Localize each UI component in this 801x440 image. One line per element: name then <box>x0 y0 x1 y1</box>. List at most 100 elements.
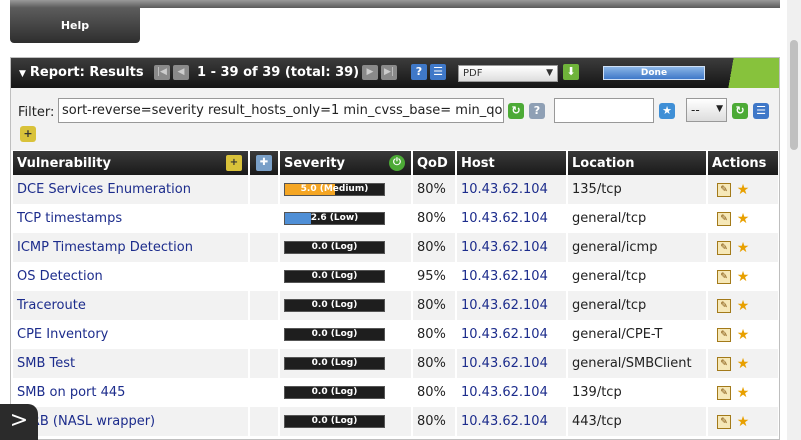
host-link[interactable]: 10.43.62.104 <box>456 262 568 291</box>
list-icon[interactable]: ☰ <box>430 64 446 80</box>
previous-page-icon[interactable]: ◀ <box>173 65 189 80</box>
severity-label: 0.0 (Log) <box>311 387 358 397</box>
severity-bar: 5.0 (Medium) <box>284 183 385 196</box>
severity-cell: 0.0 (Log) <box>279 320 413 349</box>
first-page-icon[interactable]: |◀ <box>154 65 170 80</box>
host-link[interactable]: 10.43.62.104 <box>456 378 568 407</box>
override-star-icon[interactable]: ★ <box>736 415 750 429</box>
override-star-icon[interactable]: ★ <box>736 241 750 255</box>
status-progress-label: Done <box>640 68 668 78</box>
collapse-caret-icon[interactable]: ▼ <box>19 69 26 79</box>
host-link[interactable]: 10.43.62.104 <box>456 233 568 262</box>
chevron-down-icon: ▼ <box>716 104 723 114</box>
column-vulnerability[interactable]: Vulnerability + <box>13 151 250 175</box>
report-format-select[interactable]: PDF ▼ <box>458 65 558 82</box>
refresh-filter-icon[interactable]: ↻ <box>732 103 748 119</box>
filter-list-icon[interactable]: ☰ <box>753 103 769 119</box>
panel-title[interactable]: ▼ Report: Results <box>19 65 144 80</box>
header-accent <box>711 58 779 88</box>
vulnerability-link[interactable]: OS Detection <box>13 262 250 291</box>
plugin-cell <box>249 233 280 262</box>
host-link[interactable]: 10.43.62.104 <box>456 407 568 436</box>
plugin-cell <box>249 349 280 378</box>
override-star-icon[interactable]: ★ <box>736 386 750 400</box>
vulnerability-link[interactable]: SMB on port 445 <box>13 378 250 407</box>
vulnerability-link[interactable]: Traceroute <box>13 291 250 320</box>
results-table: Vulnerability + ✚ Severity ⏻ QoD Host Lo… <box>13 151 779 436</box>
severity-label: 0.0 (Log) <box>311 242 358 252</box>
override-star-icon[interactable]: ★ <box>736 328 750 342</box>
download-icon[interactable]: ⬇ <box>563 64 579 80</box>
report-results-panel: ▼ Report: Results |◀ ◀ 1 - 39 of 39 (tota… <box>10 57 780 440</box>
next-page-icon[interactable]: ▶ <box>362 65 378 80</box>
last-page-icon[interactable]: ▶| <box>381 65 397 80</box>
qod-value: 80% <box>412 320 457 349</box>
note-icon[interactable]: ✎ <box>717 414 731 429</box>
table-row: SMB Test 0.0 (Log) 80% 10.43.62.104 general/… <box>13 349 779 378</box>
new-filter-icon[interactable]: + <box>20 126 36 142</box>
plugin-cell <box>249 291 280 320</box>
override-star-icon[interactable]: ★ <box>736 270 750 284</box>
top-strip <box>10 0 780 8</box>
vulnerability-link[interactable]: SMB Test <box>13 349 250 378</box>
qod-value: 80% <box>412 378 457 407</box>
vulnerability-link[interactable]: DIRB (NASL wrapper) <box>13 407 250 436</box>
note-icon[interactable]: ✎ <box>717 182 731 197</box>
refresh-icon[interactable]: ↻ <box>508 103 524 119</box>
vulnerability-link[interactable]: ICMP Timestamp Detection <box>13 233 250 262</box>
saved-filter-value: -- <box>691 103 700 117</box>
column-location[interactable]: Location <box>567 151 708 175</box>
filter-name-input[interactable] <box>554 98 654 123</box>
column-qod[interactable]: QoD <box>412 151 457 175</box>
column-actions: Actions <box>707 151 779 175</box>
note-icon[interactable]: ✎ <box>717 385 731 400</box>
vulnerability-link[interactable]: DCE Services Enumeration <box>13 175 250 204</box>
host-link[interactable]: 10.43.62.104 <box>456 349 568 378</box>
vulnerability-link[interactable]: TCP timestamps <box>13 204 250 233</box>
save-filter-star-icon[interactable]: ★ <box>659 103 675 119</box>
override-star-icon[interactable]: ★ <box>736 299 750 313</box>
table-row: Traceroute 0.0 (Log) 80% 10.43.62.104 genera… <box>13 291 779 320</box>
table-row: ICMP Timestamp Detection 0.0 (Log) 80% 10.4… <box>13 233 779 262</box>
note-icon[interactable]: ✎ <box>717 298 731 313</box>
severity-bar: 0.0 (Log) <box>284 328 385 341</box>
page-scrollbar[interactable] <box>787 0 801 440</box>
vulnerability-link[interactable]: CPE Inventory <box>13 320 250 349</box>
saved-filter-select[interactable]: -- ▼ <box>686 98 727 122</box>
filter-input[interactable]: sort-reverse=severity result_hosts_only=… <box>58 98 504 123</box>
host-link[interactable]: 10.43.62.104 <box>456 204 568 233</box>
host-link[interactable]: 10.43.62.104 <box>456 291 568 320</box>
help-button[interactable]: Help <box>10 8 140 43</box>
actions-cell: ✎ ★ <box>707 233 779 262</box>
column-actions-label: Actions <box>712 155 767 171</box>
power-icon[interactable]: ⏻ <box>389 155 405 171</box>
new-note-icon[interactable]: + <box>226 155 242 171</box>
note-icon[interactable]: ✎ <box>717 356 731 371</box>
side-toggle-chevron-icon[interactable]: > <box>0 404 38 440</box>
plugin-cell <box>249 262 280 291</box>
question-icon[interactable]: ? <box>411 64 427 80</box>
note-icon[interactable]: ✎ <box>717 240 731 255</box>
plugin-cell <box>249 407 280 436</box>
note-icon[interactable]: ✎ <box>717 211 731 226</box>
severity-bar: 0.0 (Log) <box>284 299 385 312</box>
column-vulnerability-label: Vulnerability <box>17 155 111 171</box>
host-link[interactable]: 10.43.62.104 <box>456 175 568 204</box>
filter-help-icon[interactable]: ? <box>529 103 545 119</box>
table-header-row: Vulnerability + ✚ Severity ⏻ QoD Host Lo… <box>13 151 779 175</box>
host-link[interactable]: 10.43.62.104 <box>456 320 568 349</box>
actions-cell: ✎ ★ <box>707 175 779 204</box>
panel-header: ▼ Report: Results |◀ ◀ 1 - 39 of 39 (tota… <box>11 58 779 88</box>
override-star-icon[interactable]: ★ <box>736 212 750 226</box>
plugin-cell <box>249 175 280 204</box>
note-icon[interactable]: ✎ <box>717 269 731 284</box>
severity-bar: 0.0 (Log) <box>284 357 385 370</box>
override-star-icon[interactable]: ★ <box>736 183 750 197</box>
severity-bar: 0.0 (Log) <box>284 415 385 428</box>
note-icon[interactable]: ✎ <box>717 327 731 342</box>
scrollbar-thumb[interactable] <box>790 40 798 150</box>
column-host[interactable]: Host <box>456 151 568 175</box>
override-star-icon[interactable]: ★ <box>736 357 750 371</box>
plugin-cell <box>249 320 280 349</box>
column-severity[interactable]: Severity ⏻ <box>279 151 413 175</box>
